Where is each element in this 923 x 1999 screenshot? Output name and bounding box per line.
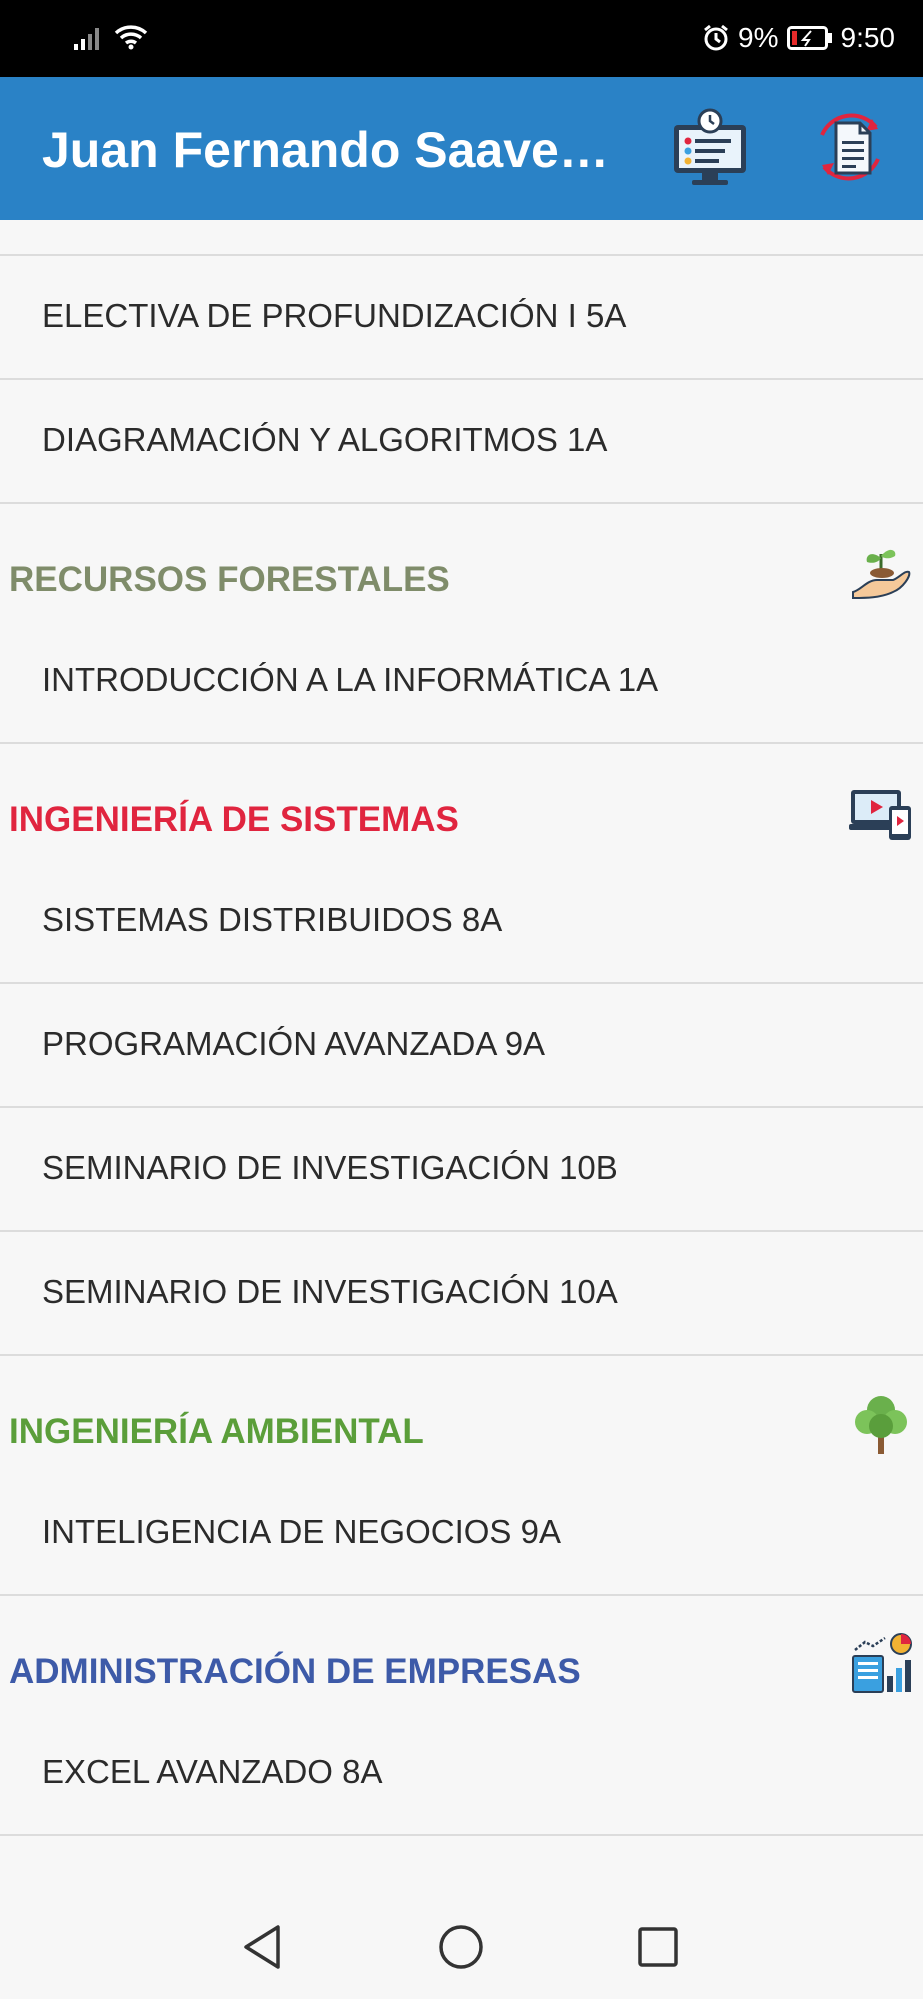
course-label: EXCEL AVANZADO 8A [42, 1753, 383, 1790]
list-item[interactable]: EXCEL AVANZADO 8A [0, 1712, 923, 1836]
plant-hand-icon [852, 549, 911, 600]
course-label: ELECTIVA DE PROFUNDIZACIÓN I 5A [42, 297, 627, 334]
list-item[interactable]: PROGRAMACIÓN AVANZADA 9A [0, 984, 923, 1108]
course-label: SISTEMAS DISTRIBUIDOS 8A [42, 901, 503, 938]
course-label: INTELIGENCIA DE NEGOCIOS 9A [42, 1513, 561, 1550]
course-label: SEMINARIO DE INVESTIGACIÓN 10B [42, 1149, 618, 1186]
document-sync-icon [820, 113, 880, 181]
recents-icon [638, 1927, 678, 1967]
wifi-icon [114, 25, 148, 50]
devices-icon [849, 790, 911, 840]
battery-icon [786, 26, 832, 50]
schedule-monitor-icon [674, 108, 746, 185]
section-title: ADMINISTRACIÓN DE EMPRESAS [9, 1652, 581, 1691]
course-label: PROGRAMACIÓN AVANZADA 9A [42, 1025, 546, 1062]
course-label: SEMINARIO DE INVESTIGACIÓN 10A [42, 1273, 618, 1310]
home-icon [439, 1925, 483, 1969]
list-item[interactable]: INTELIGENCIA DE NEGOCIOS 9A [0, 1472, 923, 1596]
back-button[interactable] [238, 1921, 290, 1973]
clock: 9:50 [840, 22, 896, 53]
tree-icon [855, 1396, 907, 1454]
sync-documents-button[interactable] [808, 105, 892, 189]
business-chart-icon [852, 1633, 912, 1693]
list-item[interactable]: DIAGRAMACIÓN Y ALGORITMOS 1A [0, 380, 923, 504]
app-bar: Juan Fernando Saavedr... [0, 77, 923, 220]
section-title: INGENIERÍA AMBIENTAL [9, 1412, 424, 1451]
navigation-bar [0, 1895, 923, 1999]
list-item[interactable]: SISTEMAS DISTRIBUIDOS 8A [0, 860, 923, 984]
list-item[interactable]: ELECTIVA DE PROFUNDIZACIÓN I 5A [0, 256, 923, 380]
section-header-ingenieria-ambiental: INGENIERÍA AMBIENTAL [0, 1356, 923, 1472]
course-label: INTRODUCCIÓN A LA INFORMÁTICA 1A [42, 661, 659, 698]
back-icon [244, 1925, 280, 1969]
list-item[interactable]: INTRODUCCIÓN A LA INFORMÁTICA 1A [0, 620, 923, 744]
section-header-administracion-de-empresas: ADMINISTRACIÓN DE EMPRESAS [0, 1596, 923, 1712]
section-header-recursos-forestales: RECURSOS FORESTALES [0, 504, 923, 620]
list-item-partial [0, 220, 923, 256]
course-list: ELECTIVA DE PROFUNDIZACIÓN I 5A DIAGRAMA… [0, 220, 923, 1836]
battery-percent: 9% [738, 22, 779, 53]
status-bar: 9% 9:50 [0, 0, 923, 77]
alarm-icon [704, 24, 728, 51]
signal-icon [74, 28, 99, 50]
schedule-button[interactable] [668, 105, 752, 189]
section-title: RECURSOS FORESTALES [9, 560, 450, 599]
home-button[interactable] [435, 1921, 487, 1973]
list-item[interactable]: SEMINARIO DE INVESTIGACIÓN 10B [0, 1108, 923, 1232]
section-title: INGENIERÍA DE SISTEMAS [9, 800, 459, 839]
course-label: DIAGRAMACIÓN Y ALGORITMOS 1A [42, 421, 608, 458]
section-header-ingenieria-de-sistemas: INGENIERÍA DE SISTEMAS [0, 744, 923, 860]
list-item[interactable]: SEMINARIO DE INVESTIGACIÓN 10A [0, 1232, 923, 1356]
page-title: Juan Fernando Saavedr... [42, 122, 622, 178]
recents-button[interactable] [632, 1921, 684, 1973]
